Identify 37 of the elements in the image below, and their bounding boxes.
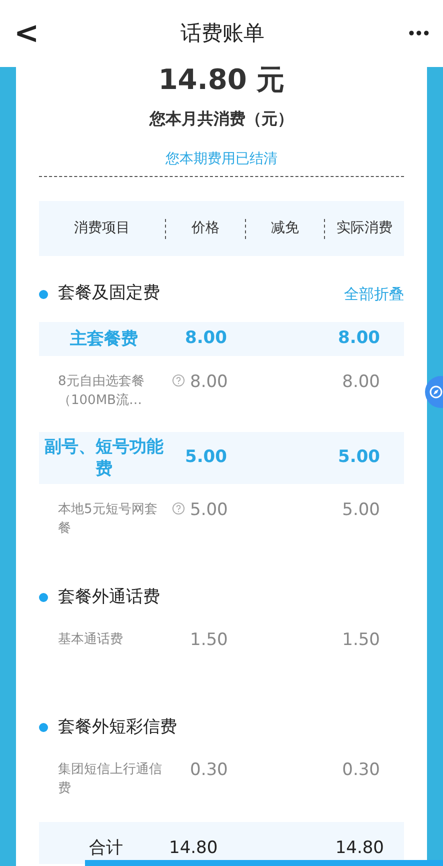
group-name: 副号、短号功能费: [44, 436, 164, 480]
item-name: 基本通话费: [58, 630, 124, 648]
total-price: 14.80: [169, 837, 218, 860]
item-price: 8.00: [190, 372, 228, 392]
back-button[interactable]: <: [14, 18, 38, 48]
item-price: 1.50: [190, 630, 228, 650]
item-name: 8元自由选套餐（100MB流…: [58, 372, 146, 410]
more-button[interactable]: •••: [406, 26, 429, 42]
item-actual: 1.50: [342, 630, 380, 650]
total-label: 合计: [89, 837, 124, 860]
group-actual: 5.00: [338, 446, 380, 469]
paid-notice: 您本期费用已结清: [39, 149, 404, 177]
item-name: 集团短信上行通信费: [58, 760, 163, 798]
page-title: 话费账单: [179, 20, 266, 47]
section-title: 套餐外短彩信费: [58, 716, 177, 739]
help-icon[interactable]: [172, 502, 184, 514]
help-icon[interactable]: [172, 374, 184, 386]
total-actual: 14.80: [335, 837, 384, 860]
section-title: 套餐外通话费: [58, 586, 160, 609]
group-price: 5.00: [185, 446, 228, 469]
item-actual: 0.30: [342, 760, 380, 780]
column-header: 实际消费: [336, 219, 393, 238]
group-actual: 8.00: [338, 327, 380, 350]
group-name: 主套餐费: [69, 328, 139, 350]
column-header: 减免: [271, 219, 299, 238]
group-price: 8.00: [185, 327, 228, 350]
item-price: 5.00: [190, 500, 228, 520]
column-header: 价格: [191, 219, 220, 238]
item-name: 本地5元短号网套餐: [58, 500, 158, 538]
item-actual: 8.00: [342, 372, 380, 392]
amount-caption: 您本月共消费（元）: [148, 108, 294, 130]
total-amount: 14.80 元: [157, 63, 286, 97]
column-header: 消费项目: [74, 219, 130, 238]
compass-icon: [429, 385, 443, 399]
item-actual: 5.00: [342, 500, 380, 520]
item-price: 0.30: [190, 760, 228, 780]
section-title: 套餐及固定费: [58, 282, 160, 306]
